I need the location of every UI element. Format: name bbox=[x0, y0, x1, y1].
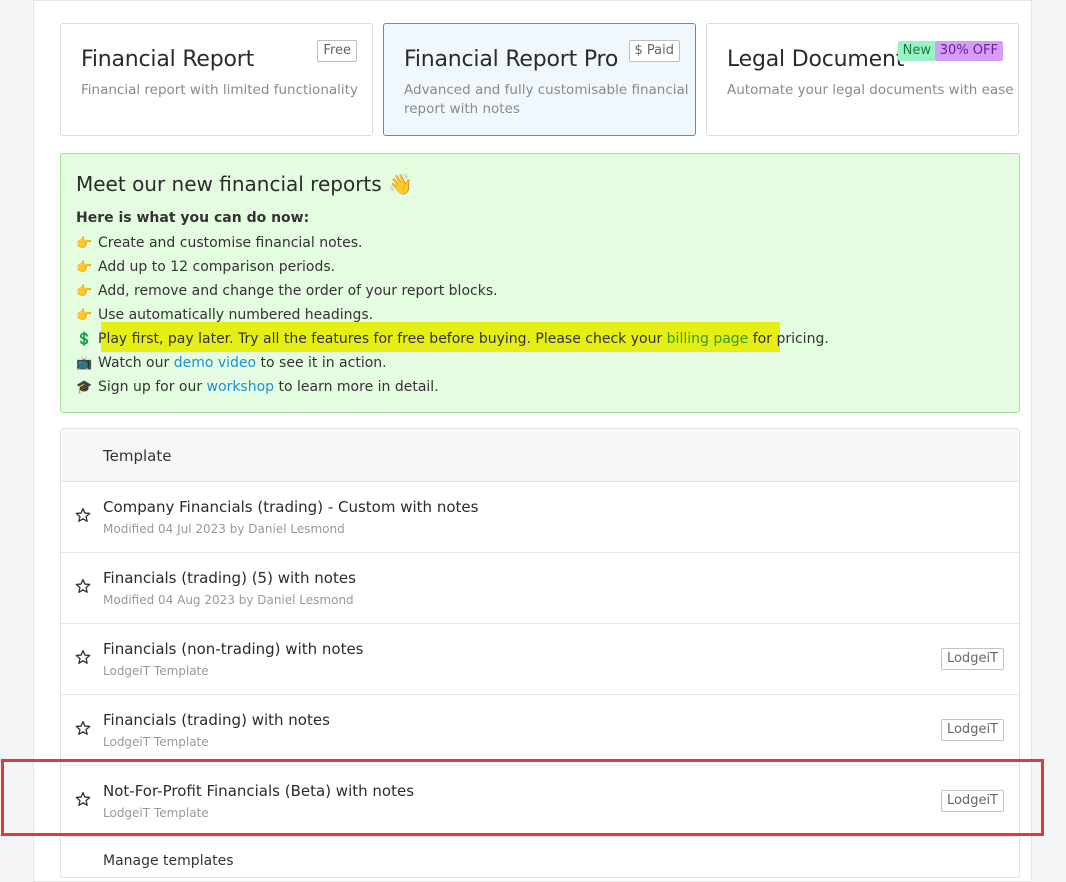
feature-item: 👉 Use automatically numbered headings. bbox=[76, 303, 829, 327]
billing-page-link[interactable]: billing page bbox=[667, 331, 749, 347]
feature-item: 👉 Create and customise financial notes. bbox=[76, 231, 829, 255]
discount-badge: 30% OFF bbox=[934, 41, 1003, 61]
graduation-cap-icon: 🎓 bbox=[76, 380, 93, 395]
card-financial-report-pro[interactable]: Financial Report Pro Advanced and fully … bbox=[383, 23, 696, 136]
announcement-title: Meet our new financial reports 👋 bbox=[76, 172, 413, 196]
feature-text: Add, remove and change the order of your… bbox=[98, 283, 498, 299]
star-icon[interactable] bbox=[75, 578, 91, 594]
table-header: Template bbox=[61, 429, 1019, 482]
table-row[interactable]: Company Financials (trading) - Custom wi… bbox=[61, 481, 1019, 553]
pointing-hand-icon: 👉 bbox=[76, 284, 93, 299]
table-row[interactable]: Financials (trading) (5) with notes Modi… bbox=[61, 552, 1019, 624]
star-icon[interactable] bbox=[75, 649, 91, 665]
tv-icon: 📺 bbox=[76, 356, 93, 371]
pay-text-after: for pricing. bbox=[748, 331, 829, 347]
lodgeit-badge: LodgeiT bbox=[940, 648, 1004, 670]
card-description: Automate your legal documents with ease bbox=[727, 82, 1014, 98]
pointing-hand-icon: 👉 bbox=[76, 260, 93, 275]
signup-text-before: Sign up for our bbox=[98, 379, 207, 395]
table-row[interactable]: Financials (non-trading) with notes Lodg… bbox=[61, 623, 1019, 695]
card-description-line: Advanced and fully customisable financia… bbox=[404, 82, 689, 98]
announcement-subtitle: Here is what you can do now: bbox=[76, 210, 310, 226]
demo-video-link[interactable]: demo video bbox=[174, 355, 256, 371]
new-badge: New bbox=[897, 41, 936, 61]
lodgeit-badge: LodgeiT bbox=[940, 719, 1004, 741]
feature-text: Create and customise financial notes. bbox=[98, 235, 363, 251]
template-meta: LodgeiT Template bbox=[103, 664, 209, 678]
star-icon[interactable] bbox=[75, 720, 91, 736]
free-badge: Free bbox=[317, 40, 357, 62]
template-title[interactable]: Financials (trading) with notes bbox=[103, 711, 330, 729]
table-row[interactable]: Financials (trading) with notes LodgeiT … bbox=[61, 694, 1019, 766]
card-description: Advanced and fully customisable financia… bbox=[404, 81, 689, 119]
watch-text-after: to see it in action. bbox=[256, 355, 387, 371]
highlight-box bbox=[1, 759, 1044, 836]
feature-text: Add up to 12 comparison periods. bbox=[98, 259, 336, 275]
card-financial-report[interactable]: Financial Report Financial report with l… bbox=[60, 23, 373, 136]
card-description: Financial report with limited functional… bbox=[81, 82, 358, 98]
signup-text-after: to learn more in detail. bbox=[274, 379, 439, 395]
paid-badge: $ Paid bbox=[628, 40, 680, 62]
pay-later-item: 💲 Play first, pay later. Try all the feat… bbox=[76, 327, 829, 351]
template-title[interactable]: Financials (non-trading) with notes bbox=[103, 640, 364, 658]
template-column-header: Template bbox=[103, 447, 172, 465]
dollar-icon: 💲 bbox=[76, 332, 93, 347]
star-icon[interactable] bbox=[75, 507, 91, 523]
feature-item: 👉 Add, remove and change the order of you… bbox=[76, 279, 829, 303]
feature-item: 👉 Add up to 12 comparison periods. bbox=[76, 255, 829, 279]
pointing-hand-icon: 👉 bbox=[76, 236, 93, 251]
feature-text: Use automatically numbered headings. bbox=[98, 307, 374, 323]
card-title: Financial Report bbox=[81, 47, 255, 72]
template-title[interactable]: Company Financials (trading) - Custom wi… bbox=[103, 498, 478, 516]
watch-text-before: Watch our bbox=[98, 355, 174, 371]
workshop-item: 🎓 Sign up for our workshop to learn more … bbox=[76, 375, 829, 399]
demo-video-item: 📺 Watch our demo video to see it in actio… bbox=[76, 351, 829, 375]
card-description-line: report with notes bbox=[404, 101, 520, 117]
manage-templates-link[interactable]: Manage templates bbox=[103, 853, 234, 869]
template-meta: LodgeiT Template bbox=[103, 735, 209, 749]
workshop-link[interactable]: workshop bbox=[207, 379, 275, 395]
pay-text-before: Play first, pay later. Try all the featu… bbox=[98, 331, 667, 347]
pointing-hand-icon: 👉 bbox=[76, 308, 93, 323]
card-title: Financial Report Pro bbox=[404, 47, 619, 72]
feature-list: 👉 Create and customise financial notes. 👉… bbox=[76, 231, 829, 399]
template-title[interactable]: Financials (trading) (5) with notes bbox=[103, 569, 356, 587]
template-meta: Modified 04 Aug 2023 by Daniel Lesmond bbox=[103, 593, 354, 607]
card-title: Legal Document bbox=[727, 47, 905, 72]
template-meta: Modified 04 Jul 2023 by Daniel Lesmond bbox=[103, 522, 345, 536]
card-legal-document[interactable]: Legal Document Automate your legal docum… bbox=[706, 23, 1019, 136]
